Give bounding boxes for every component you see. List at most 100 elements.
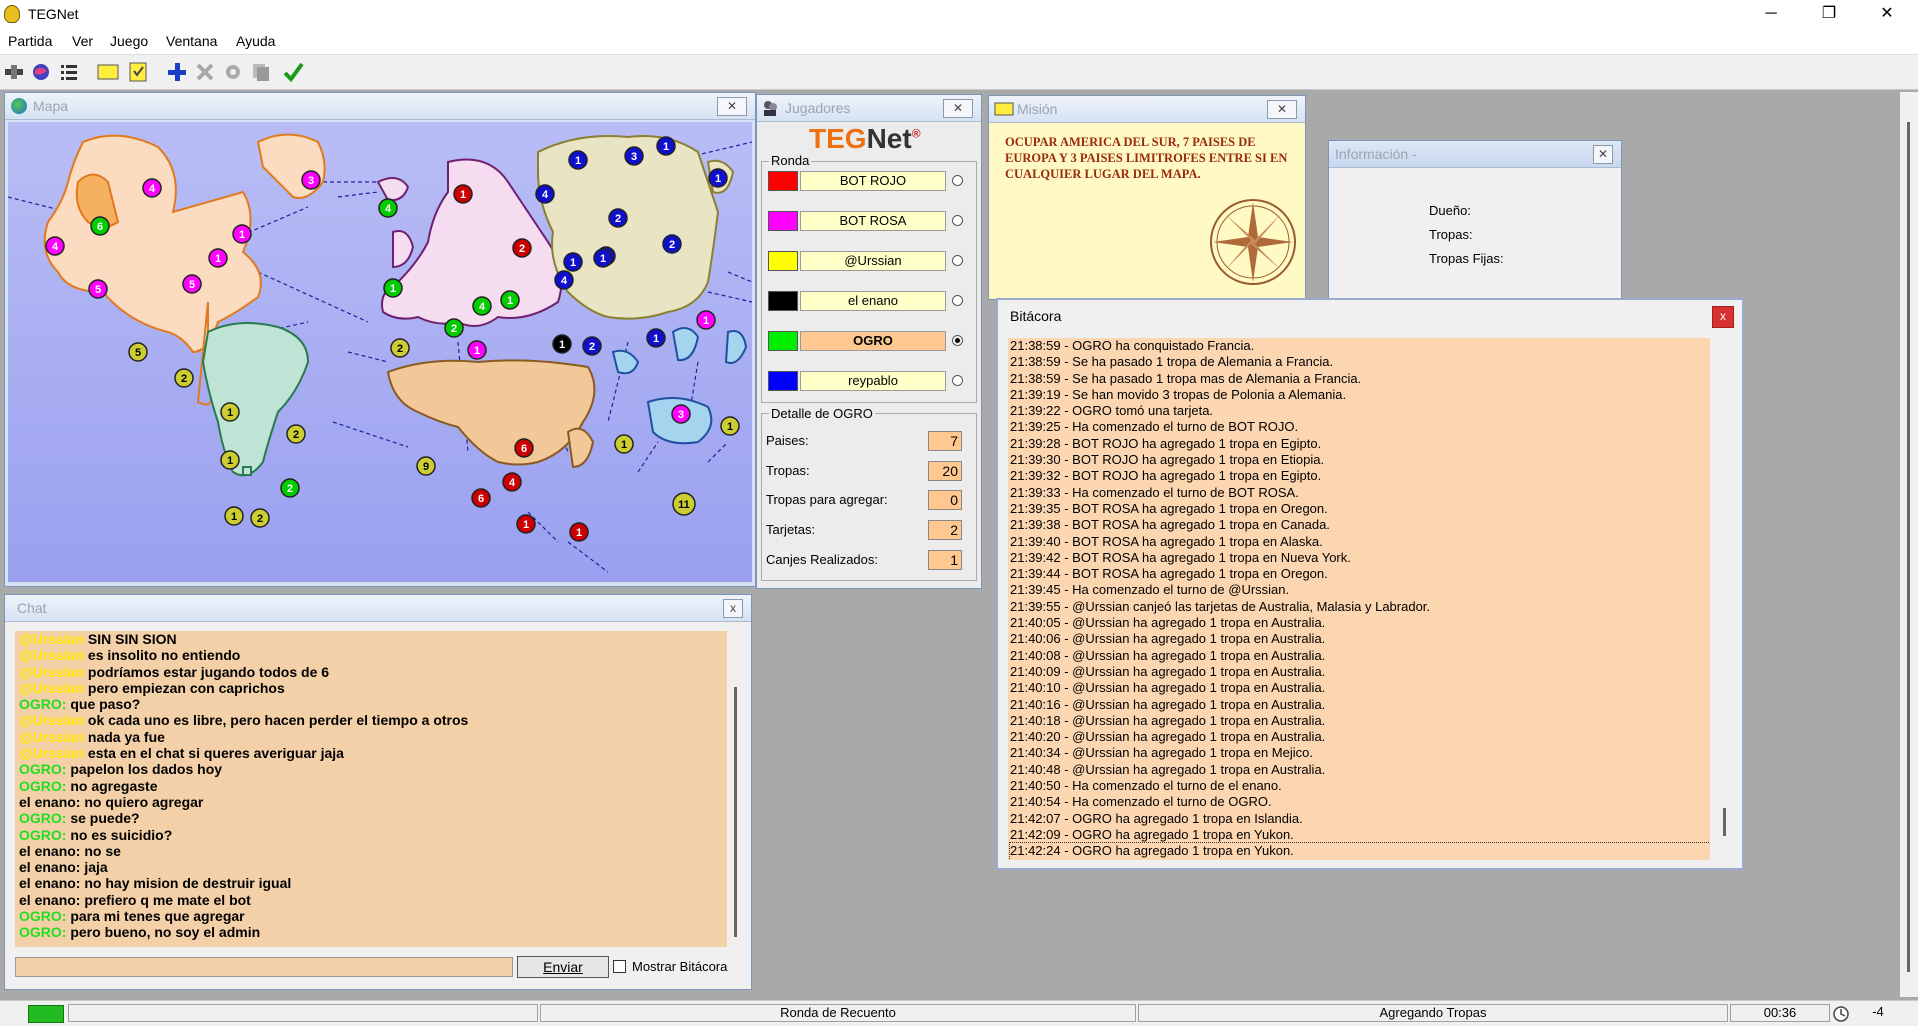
territory-marker[interactable]: 1	[453, 184, 473, 204]
territory-marker[interactable]: 1	[224, 506, 244, 526]
territory-marker[interactable]: 4	[472, 296, 492, 316]
territory-marker[interactable]: 1	[220, 450, 240, 470]
list-icon[interactable]	[57, 60, 81, 84]
player-row[interactable]: el enano	[768, 290, 963, 312]
player-radio[interactable]	[952, 215, 963, 226]
territory-marker[interactable]: 9	[416, 456, 436, 476]
territory-marker[interactable]: 2	[174, 368, 194, 388]
info-close-button[interactable]: ✕	[1593, 145, 1613, 164]
territory-marker[interactable]: 4	[45, 236, 65, 256]
territory-marker[interactable]: 1	[593, 248, 613, 268]
territory-marker[interactable]: 1	[500, 290, 520, 310]
territory-marker[interactable]: 6	[471, 488, 491, 508]
territory-marker[interactable]: 2	[608, 208, 628, 228]
chat-log[interactable]: @Urssian SIN SIN SION @Urssian es insolit…	[15, 631, 727, 947]
territory-marker[interactable]: 1	[656, 136, 676, 156]
territory-marker[interactable]: 4	[378, 198, 398, 218]
territory-marker[interactable]: 2	[280, 478, 300, 498]
close-window-button[interactable]: ✕	[1864, 0, 1910, 28]
territory-marker[interactable]: 2	[662, 234, 682, 254]
territory-marker[interactable]: 1	[552, 334, 572, 354]
territory-marker[interactable]: 1	[708, 168, 728, 188]
bitacora-scrollbar[interactable]	[1716, 338, 1734, 860]
territory-marker[interactable]: 3	[671, 404, 691, 424]
player-radio[interactable]	[952, 375, 963, 386]
territory-marker[interactable]: 1	[383, 278, 403, 298]
territory-marker[interactable]: 11	[672, 492, 696, 516]
territory-marker[interactable]: 1	[220, 402, 240, 422]
territory-marker[interactable]: 4	[554, 270, 574, 290]
bitacora-close-button[interactable]: x	[1712, 306, 1734, 328]
territory-marker[interactable]: 4	[502, 472, 522, 492]
menu-ver[interactable]: Ver	[72, 33, 93, 49]
territory-marker[interactable]: 1	[208, 248, 228, 268]
territory-marker[interactable]: 4	[535, 184, 555, 204]
chat-scrollbar[interactable]	[727, 631, 745, 947]
territory-marker[interactable]: 3	[624, 146, 644, 166]
main-scrollbar[interactable]	[1900, 92, 1918, 997]
menu-partida[interactable]: Partida	[8, 33, 52, 49]
territory-marker[interactable]: 1	[563, 252, 583, 272]
cancel-icon[interactable]	[193, 60, 217, 84]
bitacora-scroll-thumb[interactable]	[1723, 808, 1726, 836]
player-radio[interactable]	[952, 175, 963, 186]
territory-marker[interactable]: 6	[514, 438, 534, 458]
bitacora-panel: Bitácora x 21:38:59 - OGRO ha conquistad…	[996, 298, 1744, 870]
territory-marker[interactable]: 2	[582, 336, 602, 356]
player-radio[interactable]	[952, 295, 963, 306]
territory-marker[interactable]: 3	[301, 170, 321, 190]
territory-marker[interactable]: 2	[250, 508, 270, 528]
player-row[interactable]: @Urssian	[768, 250, 963, 272]
territory-marker[interactable]: 2	[444, 318, 464, 338]
chat-close-button[interactable]: x	[723, 599, 743, 618]
territory-marker[interactable]: 1	[720, 416, 740, 436]
map-svg[interactable]: 4641155352121212411224121124114131122111…	[8, 122, 752, 582]
mission-icon[interactable]	[126, 60, 150, 84]
territory-marker[interactable]: 5	[88, 279, 108, 299]
main-scroll-thumb[interactable]	[1907, 122, 1910, 972]
player-row[interactable]: BOT ROSA	[768, 210, 963, 232]
chat-input[interactable]	[15, 957, 513, 977]
territory-marker[interactable]: 1	[568, 150, 588, 170]
player-radio-selected[interactable]	[952, 335, 963, 346]
card-icon[interactable]	[96, 60, 120, 84]
territory-marker[interactable]: 1	[232, 224, 252, 244]
player-row[interactable]: reypablo	[768, 370, 963, 392]
mission-close-button[interactable]: ✕	[1267, 100, 1297, 119]
territory-marker[interactable]: 6	[90, 216, 110, 236]
territory-marker[interactable]: 1	[696, 310, 716, 330]
bitacora-log[interactable]: 21:38:59 - OGRO ha conquistado Francia. 2…	[1008, 338, 1710, 860]
chat-scroll-thumb[interactable]	[734, 687, 737, 937]
territory-marker[interactable]: 5	[128, 342, 148, 362]
territory-marker[interactable]: 2	[390, 338, 410, 358]
territory-marker[interactable]: 1	[614, 434, 634, 454]
globe-icon[interactable]	[29, 60, 53, 84]
players-close-button[interactable]: ✕	[943, 99, 973, 118]
minimize-button[interactable]: ─	[1748, 0, 1794, 28]
territory-marker[interactable]: 5	[182, 274, 202, 294]
maximize-button[interactable]: ❐	[1806, 0, 1852, 28]
territory-marker[interactable]: 1	[569, 522, 589, 542]
player-row-active[interactable]: OGRO	[768, 330, 963, 352]
add-icon[interactable]	[165, 60, 189, 84]
territory-marker[interactable]: 1	[646, 328, 666, 348]
territory-marker[interactable]: 4	[142, 178, 162, 198]
territory-marker[interactable]: 2	[286, 424, 306, 444]
game-map[interactable]: 4641155352121212411224121124114131122111…	[8, 122, 752, 582]
show-log-checkbox[interactable]	[613, 960, 626, 973]
check-icon[interactable]	[281, 60, 305, 84]
territory-marker[interactable]: 1	[467, 340, 487, 360]
territory-marker[interactable]: 2	[512, 238, 532, 258]
menu-ayuda[interactable]: Ayuda	[236, 33, 275, 49]
menu-juego[interactable]: Juego	[110, 33, 148, 49]
gear-icon[interactable]	[221, 60, 245, 84]
send-button[interactable]: Enviar	[517, 956, 609, 978]
menu-ventana[interactable]: Ventana	[166, 33, 217, 49]
territory-marker[interactable]: 1	[516, 514, 536, 534]
player-radio[interactable]	[952, 255, 963, 266]
connect-icon[interactable]	[2, 60, 26, 84]
map-close-button[interactable]: ✕	[717, 97, 747, 116]
player-row[interactable]: BOT ROJO	[768, 170, 963, 192]
copy-icon[interactable]	[249, 60, 273, 84]
status-extra: -4	[1872, 1004, 1884, 1019]
